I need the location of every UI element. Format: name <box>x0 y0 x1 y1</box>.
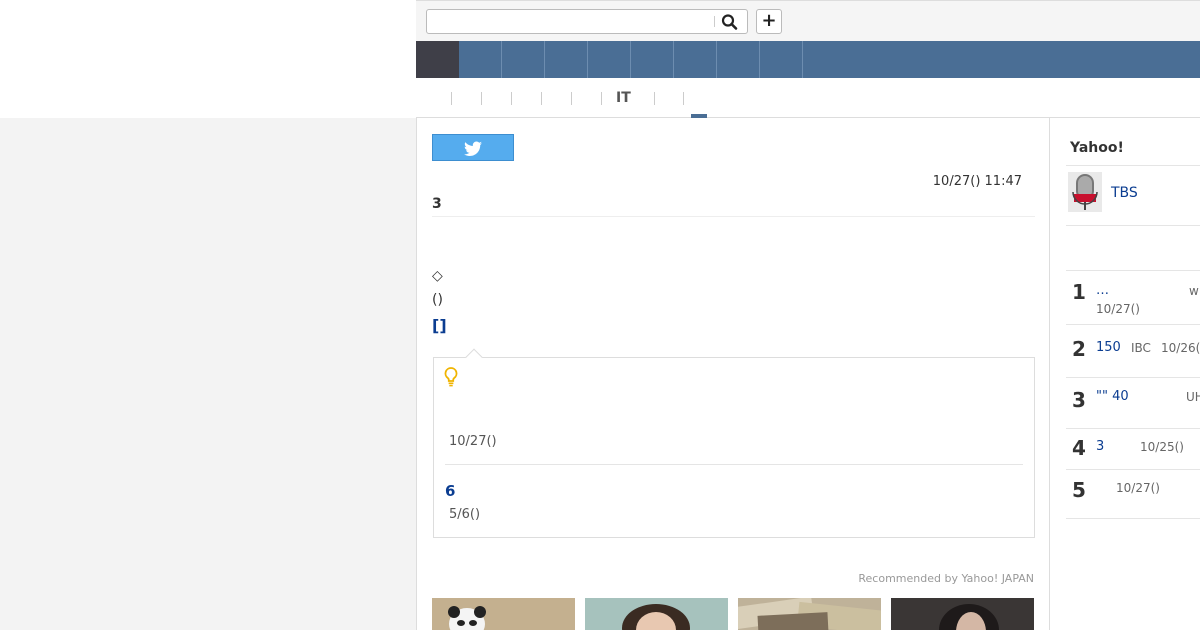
related-article-link[interactable]: 6 <box>445 482 455 500</box>
person-image <box>891 598 1034 630</box>
ranking-item[interactable]: 4 3 10/25() <box>1066 429 1200 469</box>
search-box <box>426 9 748 34</box>
ranking-number: 3 <box>1072 388 1086 412</box>
ranking-title[interactable]: 3 <box>1096 439 1104 454</box>
search-button[interactable] <box>720 13 740 31</box>
divider <box>432 216 1035 217</box>
ranking-item[interactable]: 3 "" 40 UH <box>1066 378 1200 430</box>
category-subnav: IT <box>416 78 1200 118</box>
article-full-link[interactable]: [] <box>432 316 447 335</box>
main-nav <box>416 41 1200 78</box>
recommended-thumbnail-3[interactable] <box>738 598 881 630</box>
ranking-item[interactable]: 5 10/27() <box>1066 470 1200 518</box>
nav-item-5[interactable] <box>631 41 674 78</box>
article-bullet: ◇ <box>432 268 443 284</box>
divider <box>1066 165 1200 166</box>
sidebar-title: Yahoo! <box>1070 140 1124 156</box>
callout-arrow <box>465 348 483 366</box>
nav-item-6[interactable] <box>674 41 717 78</box>
article-date: 10/27() 11:47 <box>932 174 1022 189</box>
ranking-number: 4 <box>1072 436 1086 460</box>
banknotes-image <box>738 598 881 630</box>
nav-item-7[interactable] <box>717 41 760 78</box>
divider <box>1066 225 1200 226</box>
nav-item-8[interactable] <box>760 41 803 78</box>
top-bar: + <box>416 0 1200 41</box>
ranking-date: 10/27() <box>1096 302 1140 316</box>
nav-item-3[interactable] <box>545 41 588 78</box>
divider <box>1066 518 1200 519</box>
ranking-number: 5 <box>1072 478 1086 502</box>
ranking-source: IBC <box>1131 341 1151 355</box>
ranking-title[interactable]: 150 <box>1096 340 1121 355</box>
ranking-title[interactable]: "" 40 <box>1096 389 1129 404</box>
search-input[interactable] <box>431 12 711 31</box>
ranking-number: 2 <box>1072 337 1086 361</box>
related-date: 10/27() <box>449 434 497 449</box>
ranking-date: 10/26( <box>1161 341 1200 355</box>
subnav-item-it[interactable]: IT <box>616 90 631 106</box>
related-date: 5/6() <box>449 507 481 522</box>
subnav-divider <box>511 92 512 105</box>
article-headline: 3 <box>432 196 442 212</box>
recommended-label: Recommended by Yahoo! JAPAN <box>858 572 1034 585</box>
portrait-image <box>585 598 728 630</box>
ranking-number: 1 <box>1072 280 1086 304</box>
twitter-share-button[interactable] <box>432 134 514 161</box>
ranking-item[interactable]: 1 … w 10/27() <box>1066 271 1200 323</box>
recommended-thumbnail-4[interactable] <box>891 598 1034 630</box>
ranking-title[interactable]: … <box>1096 283 1109 298</box>
recommended-thumbnail-1[interactable] <box>432 598 575 630</box>
divider <box>445 464 1023 465</box>
search-divider <box>714 16 715 27</box>
ranking-source: UH <box>1186 390 1200 404</box>
add-button[interactable]: + <box>756 9 782 34</box>
ranking-item[interactable]: 2 150 IBC 10/26( <box>1066 325 1200 377</box>
left-gutter <box>0 118 416 630</box>
sidebar: Yahoo! TBS 1 … w 10/27() 2 150 IBC 10/26… <box>1050 118 1200 630</box>
subnav-divider <box>481 92 482 105</box>
nav-item-1[interactable] <box>459 41 502 78</box>
source-link-tbs[interactable]: TBS <box>1111 185 1138 201</box>
nav-item-2[interactable] <box>502 41 545 78</box>
article-source: () <box>432 292 443 308</box>
article-column: 10/27() 11:47 3 ◇ () [] 10/27() 6 5/6() … <box>416 118 1050 630</box>
nav-item-home[interactable] <box>416 41 459 78</box>
subnav-divider <box>451 92 452 105</box>
ranking-source: w <box>1189 284 1199 298</box>
nav-item-4[interactable] <box>588 41 631 78</box>
subnav-divider <box>541 92 542 105</box>
news-microphone-icon <box>1068 172 1102 212</box>
subnav-divider <box>654 92 655 105</box>
ranking-date: 10/25() <box>1140 440 1184 454</box>
subnav-divider <box>601 92 602 105</box>
recommended-thumbnail-2[interactable] <box>585 598 728 630</box>
subnav-divider <box>571 92 572 105</box>
panda-image <box>432 598 575 630</box>
subnav-divider <box>683 92 684 105</box>
search-icon <box>721 14 738 30</box>
lightbulb-icon <box>444 367 458 387</box>
related-box: 10/27() 6 5/6() <box>433 348 1035 538</box>
twitter-bird-icon <box>464 141 482 156</box>
ranking-date: 10/27() <box>1116 481 1160 495</box>
